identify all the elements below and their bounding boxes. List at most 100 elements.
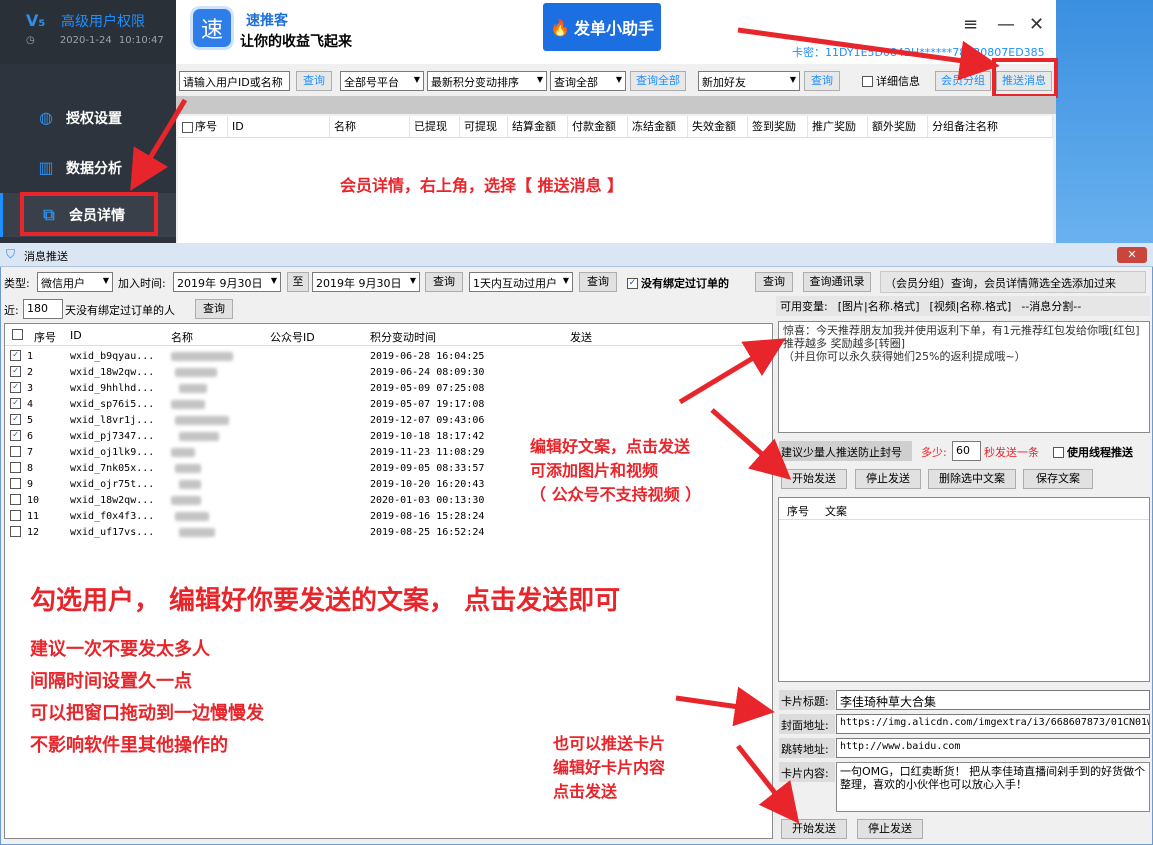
variable-video[interactable]: [视频|名称.格式] xyxy=(930,298,1012,314)
row-number: 10 xyxy=(27,494,40,506)
checkbox[interactable] xyxy=(862,75,873,87)
type-select[interactable]: 微信用户 xyxy=(37,272,113,292)
menu-icon[interactable]: ≡ xyxy=(963,14,978,35)
query-button-1[interactable]: 查询 xyxy=(425,272,463,292)
column-header[interactable]: 序号 xyxy=(787,503,809,519)
card-title-input[interactable]: 李佳琦种草大合集 xyxy=(836,690,1150,710)
checkbox[interactable]: ✓ xyxy=(627,277,638,289)
query-contacts-button[interactable]: 查询通讯录 xyxy=(803,272,871,292)
row-checkbox[interactable]: ✓ xyxy=(10,398,21,409)
card-content-input[interactable]: 一句OMG，口红卖断货！ 把从李佳琦直播间剁手到的好货做个整理，喜欢的小伙伴也可… xyxy=(836,762,1150,812)
interaction-select[interactable]: 1天内互动过用户 xyxy=(469,272,573,292)
column-header[interactable]: ID xyxy=(228,116,330,137)
row-checkbox[interactable]: ✓ xyxy=(10,414,21,425)
variable-image[interactable]: [图片|名称.格式] xyxy=(838,298,920,314)
save-text-button[interactable]: 保存文案 xyxy=(1023,469,1093,489)
query-button-2[interactable]: 查询 xyxy=(804,71,840,91)
start-send-button[interactable]: 开始发送 xyxy=(781,469,847,489)
sidebar-item-data-analysis[interactable]: ▥ 数据分析 xyxy=(0,146,176,190)
column-header[interactable]: 结算金额 xyxy=(508,116,568,137)
column-header[interactable]: 付款金额 xyxy=(568,116,628,137)
column-header[interactable]: 失效金额 xyxy=(688,116,748,137)
table-row[interactable]: 12 wxid_uf17vs... 2019-08-25 16:52:24 xyxy=(5,524,772,540)
column-header[interactable]: 名称 xyxy=(171,329,193,345)
query-button-2[interactable]: 查询 xyxy=(579,272,617,292)
row-checkbox[interactable] xyxy=(10,510,21,521)
column-header[interactable]: 序号 xyxy=(178,116,228,137)
row-name-blurred xyxy=(171,448,195,457)
checkbox[interactable] xyxy=(1053,446,1064,458)
window-close-button[interactable]: ✕ xyxy=(1117,247,1147,263)
column-header[interactable]: 公众号ID xyxy=(270,329,315,345)
date-to-picker[interactable]: 2019年 9月30日 xyxy=(312,272,420,292)
cover-url-input[interactable]: https://img.alicdn.com/imgextra/i3/66860… xyxy=(836,714,1150,734)
user-search-input[interactable]: 请输入用户ID或名称 xyxy=(179,71,290,91)
query-button[interactable]: 查询 xyxy=(296,71,332,91)
row-checkbox[interactable] xyxy=(10,478,21,489)
member-group-button[interactable]: 会员分组 xyxy=(935,71,991,91)
card-start-send-button[interactable]: 开始发送 xyxy=(781,819,847,839)
column-header[interactable]: 冻结金额 xyxy=(628,116,688,137)
column-header[interactable]: 已提现 xyxy=(410,116,460,137)
desktop-background xyxy=(1056,0,1153,250)
row-id: wxid_pj7347... xyxy=(70,430,155,442)
table-row[interactable]: ✓ 1 wxid_b9qyau... 2019-06-28 16:04:25 xyxy=(5,348,772,364)
delete-selected-button[interactable]: 删除选中文案 xyxy=(928,469,1016,489)
no-order-checkbox[interactable]: ✓ 没有绑定过订单的 xyxy=(627,275,729,291)
row-number: 7 xyxy=(27,446,34,458)
friend-select[interactable]: 新加好友 xyxy=(698,71,800,91)
column-header[interactable]: 额外奖励 xyxy=(868,116,928,137)
table-row[interactable]: ✓ 2 wxid_18w2qw... 2019-06-24 08:09:30 xyxy=(5,364,772,380)
sort-select[interactable]: 最新积分变动排序 xyxy=(427,71,547,91)
variables-bar: 可用变量: [图片|名称.格式] [视频|名称.格式] --消息分割-- xyxy=(776,296,1150,316)
table-row[interactable]: ✓ 4 wxid_sp76i5... 2019-05-07 19:17:08 xyxy=(5,396,772,412)
table-row[interactable]: ✓ 5 wxid_l8vr1j... 2019-12-07 09:43:06 xyxy=(5,412,772,428)
row-checkbox[interactable] xyxy=(10,526,21,537)
column-header[interactable]: 序号 xyxy=(34,329,56,345)
select-all-checkbox[interactable] xyxy=(182,121,193,133)
column-header[interactable]: ID xyxy=(70,329,82,342)
query-all-button[interactable]: 查询全部 xyxy=(630,71,686,91)
column-header[interactable]: 积分变动时间 xyxy=(370,329,436,345)
column-header[interactable]: 文案 xyxy=(825,503,847,519)
thread-checkbox[interactable]: 使用线程推送 xyxy=(1053,444,1133,460)
column-header[interactable]: 名称 xyxy=(330,116,410,137)
near-days-input[interactable]: 180 xyxy=(23,299,63,319)
close-icon[interactable]: ✕ xyxy=(1029,14,1044,35)
row-checkbox[interactable]: ✓ xyxy=(10,382,21,393)
interval-input[interactable]: 60 xyxy=(952,441,981,461)
detail-info-checkbox[interactable]: 详细信息 xyxy=(862,73,920,89)
query-scope-select[interactable]: 查询全部 xyxy=(550,71,626,91)
annotation-card-3: 点击发送 xyxy=(553,782,618,801)
query-button-4[interactable]: 查询 xyxy=(195,299,233,319)
minimize-icon[interactable]: — xyxy=(997,14,1015,35)
column-header[interactable]: 签到奖励 xyxy=(748,116,808,137)
table-row[interactable]: ✓ 3 wxid_9hhlhd... 2019-05-09 07:25:08 xyxy=(5,380,772,396)
column-header[interactable]: 推广奖励 xyxy=(808,116,868,137)
jump-url-input[interactable]: http://www.baidu.com xyxy=(836,738,1150,758)
message-text-editor[interactable]: 惊喜：今天推荐朋友加我并使用返利下单，有1元推荐红包发给你哦[红包]推荐越多 奖… xyxy=(778,321,1150,433)
row-checkbox[interactable] xyxy=(10,446,21,457)
row-time: 2019-05-07 19:17:08 xyxy=(370,398,485,410)
row-checkbox[interactable]: ✓ xyxy=(10,350,21,361)
sidebar-item-auth-settings[interactable]: ◍ 授权设置 xyxy=(0,96,176,140)
variable-separator[interactable]: --消息分割-- xyxy=(1021,298,1081,314)
row-checkbox[interactable]: ✓ xyxy=(10,430,21,441)
row-checkbox[interactable]: ✓ xyxy=(10,366,21,377)
query-button-3[interactable]: 查询 xyxy=(755,272,793,292)
column-header[interactable]: 可提现 xyxy=(460,116,508,137)
table-row[interactable]: 11 wxid_f0x4f3... 2019-08-16 15:28:24 xyxy=(5,508,772,524)
date-from-picker[interactable]: 2019年 9月30日 xyxy=(173,272,281,292)
select-all-checkbox[interactable] xyxy=(12,329,23,340)
per-label: 秒发送一条 xyxy=(984,446,1039,459)
row-checkbox[interactable] xyxy=(10,462,21,473)
platform-select[interactable]: 全部号平台 xyxy=(340,71,424,91)
card-stop-send-button[interactable]: 停止发送 xyxy=(857,819,923,839)
row-checkbox[interactable] xyxy=(10,494,21,505)
stop-send-button[interactable]: 停止发送 xyxy=(855,469,921,489)
row-time: 2019-08-25 16:52:24 xyxy=(370,526,485,538)
column-header[interactable]: 发送 xyxy=(570,329,592,345)
window-title-bar[interactable]: ⛉ 消息推送 xyxy=(0,243,1153,267)
column-header[interactable]: 分组备注名称 xyxy=(928,116,1053,137)
order-helper-button[interactable]: 🔥 发单小助手 xyxy=(543,3,661,51)
